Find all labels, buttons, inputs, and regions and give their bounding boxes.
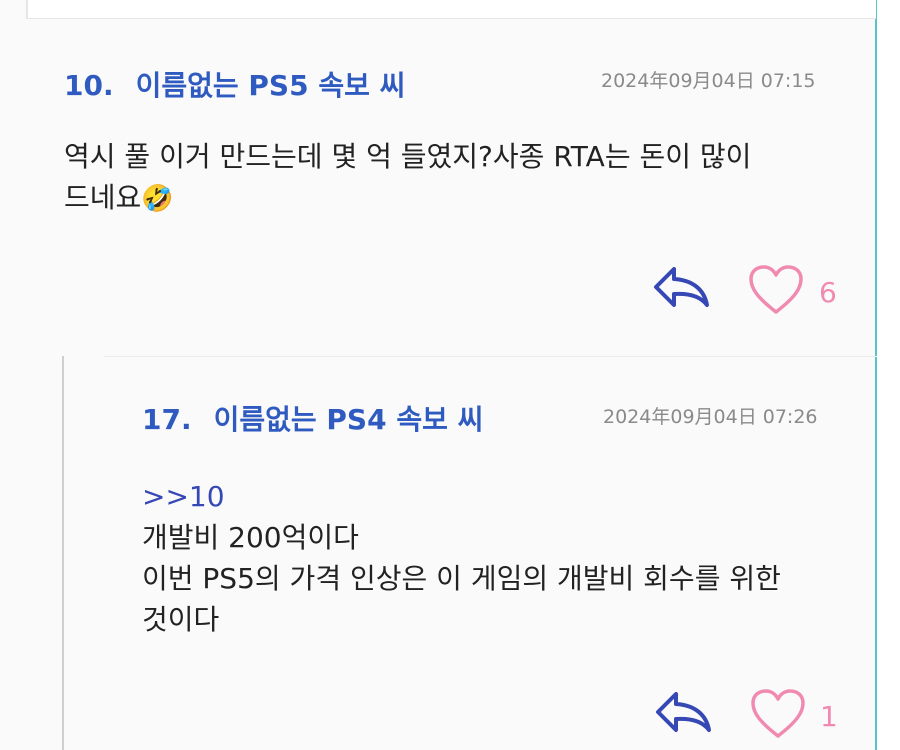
comment-body: >>10 개발비 200억이다 이번 PS5의 가격 인상은 이 게임의 개발비…	[142, 476, 781, 640]
like-count: 6	[819, 276, 837, 309]
comment-line: 개발비 200억이다	[142, 521, 359, 554]
comment-17: 17. 이름없는 PS4 속보 씨 2024年09月04日 07:26 >>10…	[64, 356, 877, 750]
heart-icon[interactable]	[748, 264, 804, 316]
comment-number[interactable]: 10.	[64, 69, 114, 102]
comment-body: 역시 풀 이거 만드는데 몇 억 들였지?사종 RTA는 돈이 많이 드네요🤣	[64, 136, 751, 220]
like-count: 1	[820, 700, 838, 733]
comment-author[interactable]: 이름없는 PS4 속보 씨	[214, 398, 484, 438]
nested-reply-container: 17. 이름없는 PS4 속보 씨 2024年09月04日 07:26 >>10…	[62, 356, 877, 750]
comment-line: 역시 풀 이거 만드는데 몇 억 들였지?사종 RTA는 돈이 많이	[64, 140, 752, 173]
comment-header: 17. 이름없는 PS4 속보 씨	[142, 398, 483, 438]
comment-header: 10. 이름없는 PS5 속보 씨	[64, 64, 405, 104]
comment-line: 드네요	[64, 181, 142, 214]
comment-date: 2024年09月04日 07:26	[603, 406, 818, 428]
quote-link[interactable]: >>10	[142, 476, 781, 517]
reply-arrow-icon[interactable]	[654, 690, 712, 734]
comment-thread: 10. 이름없는 PS5 속보 씨 2024年09月04日 07:15 역시 풀…	[0, 0, 877, 750]
comment-date: 2024年09月04日 07:15	[601, 70, 816, 92]
comment-line: 것이다	[142, 603, 220, 636]
comment-line: 이번 PS5의 가격 인상은 이 게임의 개발비 회수를 위한	[142, 562, 781, 595]
comment-author[interactable]: 이름없는 PS5 속보 씨	[136, 64, 406, 104]
reply-arrow-icon[interactable]	[652, 265, 710, 309]
heart-icon[interactable]	[750, 688, 806, 740]
comment-number[interactable]: 17.	[142, 403, 192, 436]
comment-10: 10. 이름없는 PS5 속보 씨 2024年09月04日 07:15 역시 풀…	[0, 18, 875, 356]
rofl-emoji-icon: 🤣	[141, 184, 174, 214]
comment-line-with-emoji: 드네요🤣	[64, 177, 751, 220]
previous-comment-edge	[26, 0, 876, 19]
